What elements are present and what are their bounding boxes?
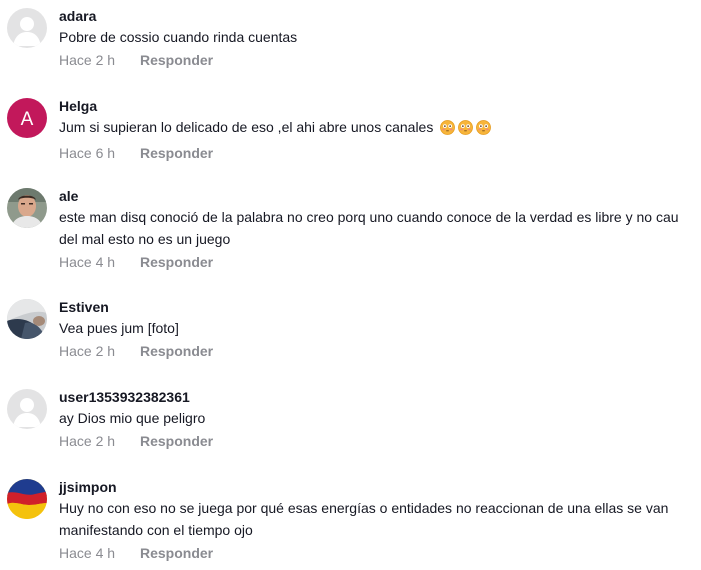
flushed-face-emoji-icon xyxy=(458,120,474,141)
comment-item: A Helga Jum si supieran lo delicado de e… xyxy=(0,90,701,180)
comment-text: Vea pues jum [foto] xyxy=(59,320,179,336)
avatar[interactable] xyxy=(7,389,47,429)
flag-avatar-icon xyxy=(7,479,47,519)
user-photo-icon xyxy=(7,299,47,339)
comment-username[interactable]: adara xyxy=(59,6,701,26)
reply-button[interactable]: Responder xyxy=(140,543,213,563)
comment-username[interactable]: ale xyxy=(59,186,701,206)
reply-button[interactable]: Responder xyxy=(140,341,213,361)
comment-username[interactable]: user1353932382361 xyxy=(59,387,701,407)
comment-item: ale este man disq conoció de la palabra … xyxy=(0,180,701,291)
comment-text: ay Dios mio que peligro xyxy=(59,410,206,426)
comment-item: jjsimpon Huy no con eso no se juega por … xyxy=(0,471,701,570)
reply-button[interactable]: Responder xyxy=(140,50,213,70)
avatar[interactable] xyxy=(7,479,47,519)
comment-item: Estiven Vea pues jum [foto] Hace 2 h Resp… xyxy=(0,291,701,381)
comment-timestamp: Hace 2 h xyxy=(59,343,116,359)
default-avatar-icon xyxy=(7,389,47,429)
comment-timestamp: Hace 4 h xyxy=(59,545,116,561)
comment-timestamp: Hace 6 h xyxy=(59,145,116,161)
default-avatar-icon xyxy=(7,8,47,48)
comment-text: Jum si supieran lo delicado de eso ,el a… xyxy=(59,117,701,141)
comment-username[interactable]: Estiven xyxy=(59,297,701,317)
avatar[interactable] xyxy=(7,8,47,48)
user-photo-icon xyxy=(7,188,47,228)
comment-timestamp: Hace 2 h xyxy=(59,433,116,449)
comment-text-line-2: del mal esto no es un juego xyxy=(59,231,231,247)
letter-avatar-icon: A xyxy=(7,98,47,138)
comment-text-line-2: manifestando con el tiempo ojo xyxy=(59,522,253,538)
comment-item: user1353932382361 ay Dios mio que peligr… xyxy=(0,381,701,471)
comment-timestamp: Hace 4 h xyxy=(59,254,116,270)
comment-text-line-1: Huy no con eso no se juega por qué esas … xyxy=(59,500,669,516)
avatar[interactable]: A xyxy=(7,98,47,138)
avatar-letter: A xyxy=(21,109,34,130)
avatar[interactable] xyxy=(7,299,47,339)
comment-text: Pobre de cossio cuando rinda cuentas xyxy=(59,29,298,45)
comment-text-content: Jum si supieran lo delicado de eso ,el a… xyxy=(59,119,434,135)
comment-text-line-1: este man disq conoció de la palabra no c… xyxy=(59,209,679,225)
comment-username[interactable]: Helga xyxy=(59,96,701,116)
comment-timestamp: Hace 2 h xyxy=(59,52,116,68)
comment-item: adara Pobre de cossio cuando rinda cuent… xyxy=(0,0,701,90)
comment-username[interactable]: jjsimpon xyxy=(59,477,701,497)
avatar[interactable] xyxy=(7,188,47,228)
flushed-face-emoji-icon xyxy=(440,120,456,141)
reply-button[interactable]: Responder xyxy=(140,431,213,451)
reply-button[interactable]: Responder xyxy=(140,252,213,272)
flushed-face-emoji-icon xyxy=(476,120,492,141)
reply-button[interactable]: Responder xyxy=(140,143,213,163)
